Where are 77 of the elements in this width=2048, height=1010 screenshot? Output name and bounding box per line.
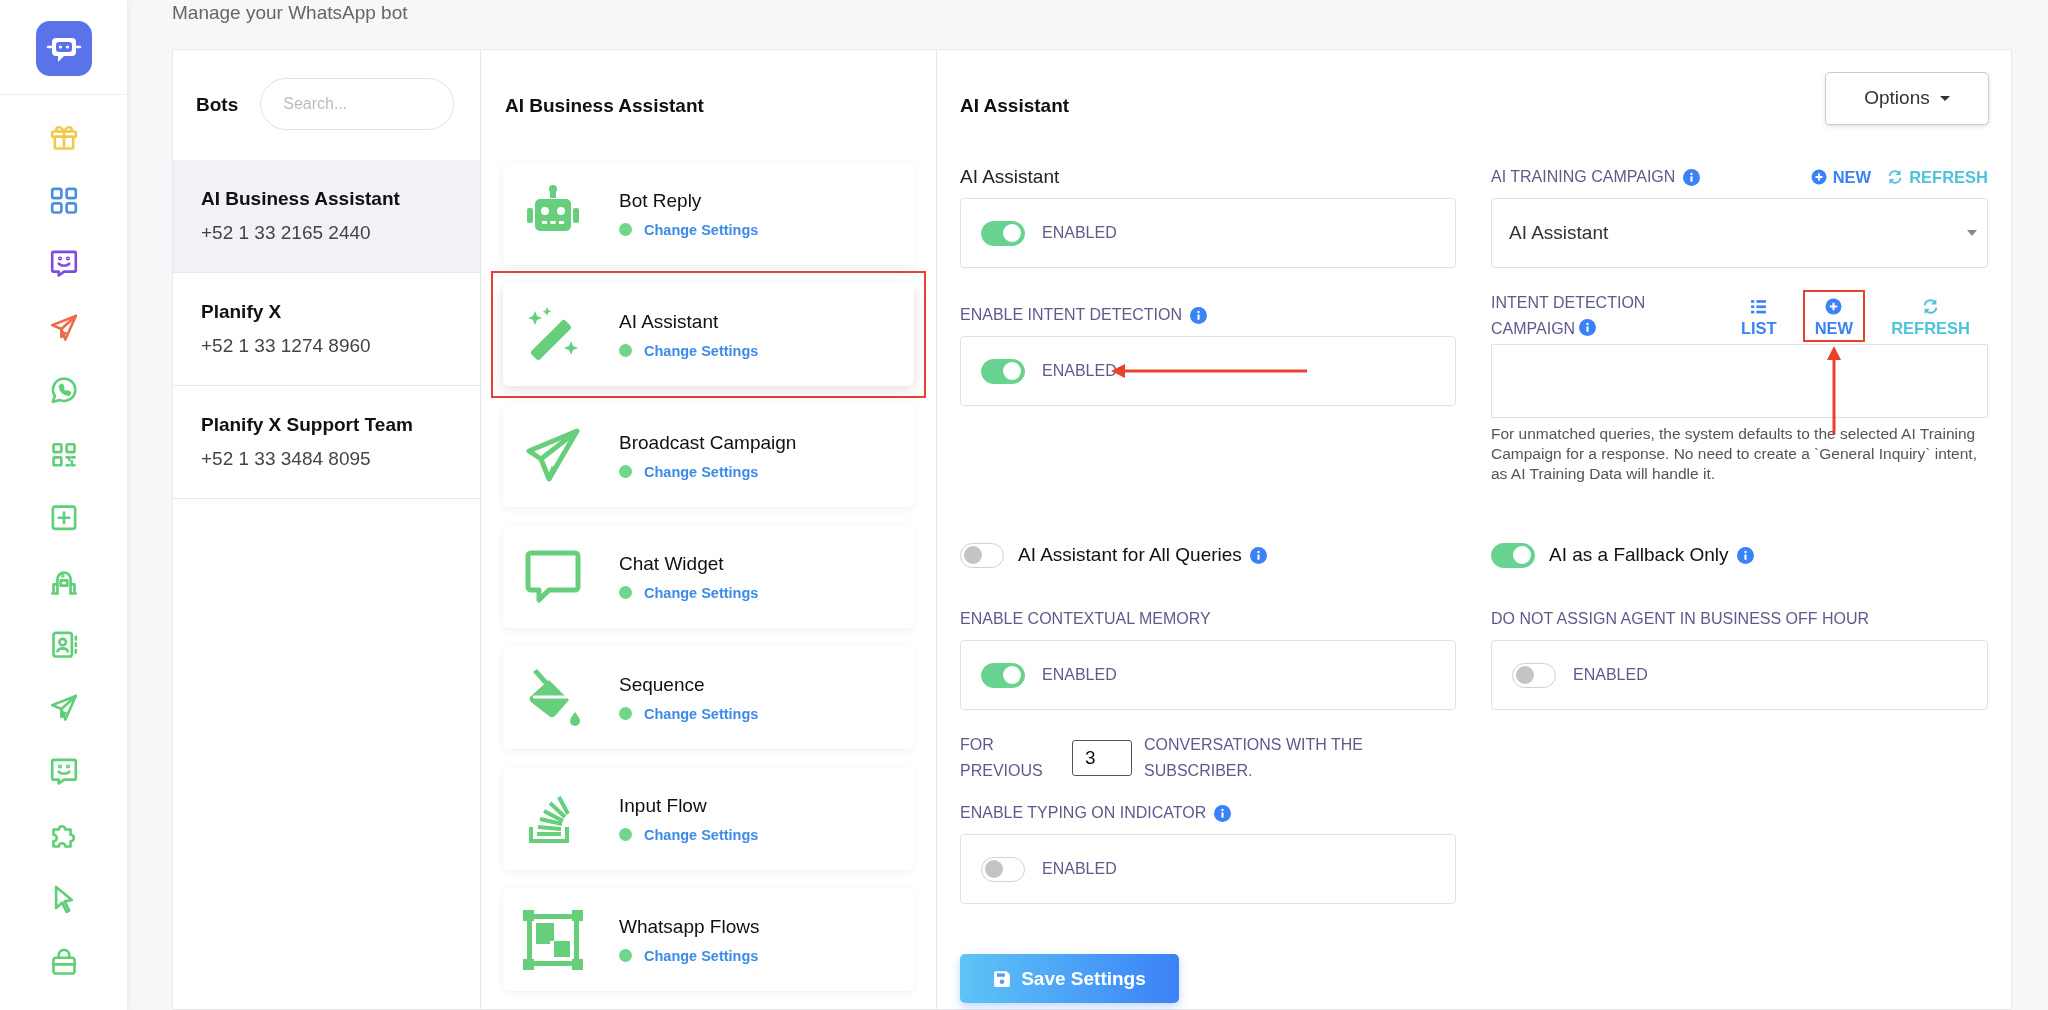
- status-dot: [619, 828, 632, 841]
- toggle-switch[interactable]: [981, 358, 1025, 384]
- field-label: AI Assistant: [960, 166, 1060, 188]
- feature-title: Chat Widget: [619, 552, 725, 575]
- help-text: For unmatched queries, the system defaults to the selected AI Training Campaign for a response. No need to create a `General Inquiry` intent, as AI Training Data will handle it.: [1491, 424, 1978, 484]
- toggle-switch[interactable]: [1512, 662, 1556, 688]
- feature-title: Sequence: [619, 673, 706, 696]
- campaign-select[interactable]: [1491, 344, 1988, 418]
- status-dot: [619, 344, 632, 357]
- field-label: ENABLE INTENT DETECTION: [960, 306, 1182, 324]
- app-logo[interactable]: [35, 21, 92, 77]
- bot-name: Planify X: [201, 301, 283, 323]
- bot-phone: +52 1 33 3484 8095: [201, 448, 372, 470]
- refresh-icon: [1922, 298, 1940, 315]
- list-action[interactable]: LIST: [1728, 290, 1789, 342]
- toggle-switch[interactable]: [981, 220, 1025, 246]
- toggle-switch[interactable]: [960, 542, 1004, 568]
- toggle-state-text: ENABLED: [1042, 224, 1117, 242]
- refresh-icon: [1887, 169, 1904, 185]
- bot-phone: +52 1 33 1274 8960: [201, 335, 372, 357]
- column-title: AI Business Assistant: [504, 94, 705, 118]
- plus-circle-icon: [1825, 298, 1843, 315]
- info-icon: [1683, 168, 1701, 186]
- bot-name: Planify X Support Team: [201, 414, 414, 436]
- feature-title: Input Flow: [619, 794, 708, 817]
- feature-card[interactable]: Input Flow Change Settings: [503, 767, 914, 870]
- feature-card[interactable]: Sequence Change Settings: [503, 646, 914, 749]
- frame-icon: [523, 909, 583, 970]
- feature-title: Bot Reply: [619, 189, 703, 212]
- feature-card[interactable]: AI Assistant Change Settings: [503, 283, 914, 386]
- toggle-switch[interactable]: [981, 856, 1025, 882]
- status-dot: [619, 223, 632, 236]
- field-label: INTENT DETECTION CAMPAIGN: [1491, 293, 1647, 339]
- feature-card[interactable]: Bot Reply Change Settings: [503, 162, 914, 265]
- field-label: FOR PREVIOUS: [960, 735, 1044, 781]
- search-field[interactable]: Search...: [260, 78, 455, 130]
- toggle-state-text: ENABLED: [1042, 362, 1117, 380]
- feature-title: Whatsapp Flows: [619, 915, 760, 938]
- bot-name: AI Business Assistant: [201, 188, 401, 210]
- info-icon: [1189, 306, 1207, 324]
- field-label: AI TRAINING CAMPAIGN: [1491, 168, 1676, 186]
- bot-list-item[interactable]: AI Business Assistant +52 1 33 2165 2440: [173, 160, 480, 273]
- campaign-select[interactable]: AI Assistant: [1491, 198, 1988, 268]
- page-subtitle: Manage your WhatsApp bot: [172, 2, 409, 25]
- options-button[interactable]: Options: [1825, 71, 1989, 125]
- toggle-label: AI as a Fallback Only: [1549, 544, 1729, 566]
- status-dot: [619, 586, 632, 599]
- new-link[interactable]: NEW: [1810, 167, 1872, 187]
- bot-phone: +52 1 33 2165 2440: [201, 222, 372, 244]
- feature-card[interactable]: Chat Widget Change Settings: [503, 525, 914, 628]
- field-label: ENABLE TYPING ON INDICATOR: [960, 804, 1207, 822]
- panel-title: AI Assistant: [960, 94, 1070, 118]
- toggle-state-text: ENABLED: [1042, 666, 1117, 684]
- status-dot: [619, 465, 632, 478]
- feature-title: Broadcast Campaign: [619, 431, 797, 454]
- caret-icon: [1939, 95, 1950, 101]
- toggle-switch[interactable]: [981, 662, 1025, 688]
- toggle-label: AI Assistant for All Queries: [1018, 544, 1242, 566]
- toggle-switch[interactable]: [1491, 542, 1535, 568]
- info-icon: [1579, 319, 1597, 336]
- info-icon: [1214, 804, 1232, 822]
- info-icon: [1736, 546, 1754, 564]
- field-label: ENABLE CONTEXTUAL MEMORY: [960, 610, 1211, 628]
- list-icon: [1750, 298, 1768, 315]
- feature-card[interactable]: Whatsapp Flows Change Settings: [503, 888, 914, 991]
- number-field[interactable]: 3: [1072, 740, 1132, 776]
- field-label: CONVERSATIONS WITH THE SUBSCRIBER.: [1144, 735, 1364, 781]
- status-dot: [619, 949, 632, 962]
- status-dot: [619, 707, 632, 720]
- plus-circle-icon: [1810, 169, 1827, 185]
- column-title: Bots: [196, 94, 239, 116]
- field-label: DO NOT ASSIGN AGENT IN BUSINESS OFF HOUR: [1491, 610, 1870, 628]
- info-icon: [1249, 546, 1267, 564]
- feature-title: AI Assistant: [619, 310, 720, 333]
- toggle-state-text: ENABLED: [1573, 666, 1648, 684]
- toggle-state-text: ENABLED: [1042, 860, 1117, 878]
- feature-card[interactable]: Broadcast Campaign Change Settings: [503, 404, 914, 507]
